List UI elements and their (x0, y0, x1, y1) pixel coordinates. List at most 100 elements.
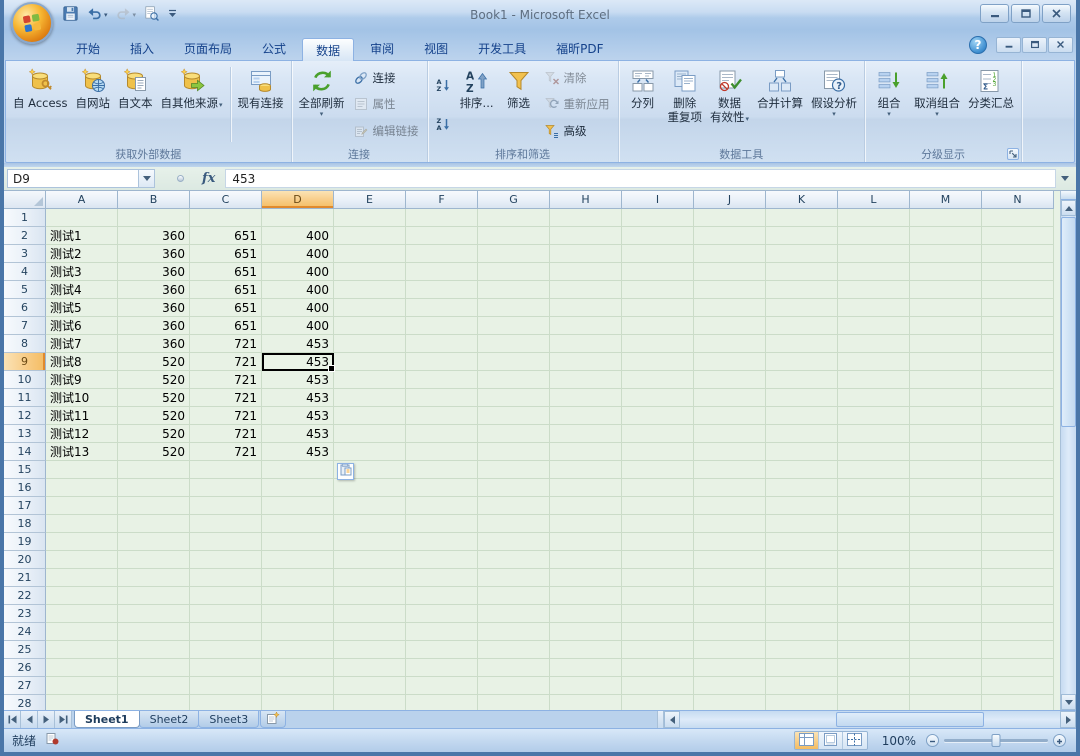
cell-E27[interactable] (334, 677, 406, 695)
cell-D25[interactable] (262, 641, 334, 659)
cell-I4[interactable] (622, 263, 694, 281)
cell-J8[interactable] (694, 335, 766, 353)
cell-D26[interactable] (262, 659, 334, 677)
cell-C2[interactable]: 651 (190, 227, 262, 245)
cell-D14[interactable]: 453 (262, 443, 334, 461)
ribbon-button-what-if-analysis[interactable]: ?假设分析▾ (807, 63, 861, 146)
cell-G24[interactable] (478, 623, 550, 641)
cell-H5[interactable] (550, 281, 622, 299)
cell-J4[interactable] (694, 263, 766, 281)
cell-M9[interactable] (910, 353, 982, 371)
cell-H23[interactable] (550, 605, 622, 623)
cell-A26[interactable] (46, 659, 118, 677)
cell-E25[interactable] (334, 641, 406, 659)
cell-J19[interactable] (694, 533, 766, 551)
cell-B4[interactable]: 360 (118, 263, 190, 281)
cell-I21[interactable] (622, 569, 694, 587)
cell-I27[interactable] (622, 677, 694, 695)
cell-C19[interactable] (190, 533, 262, 551)
cell-H2[interactable] (550, 227, 622, 245)
cell-M11[interactable] (910, 389, 982, 407)
cell-I28[interactable] (622, 695, 694, 710)
cell-M26[interactable] (910, 659, 982, 677)
page-break-view-button[interactable] (843, 732, 867, 749)
workbook-minimize-button[interactable] (996, 37, 1021, 53)
cell-H10[interactable] (550, 371, 622, 389)
cell-M20[interactable] (910, 551, 982, 569)
cell-I26[interactable] (622, 659, 694, 677)
cell-N4[interactable] (982, 263, 1054, 281)
row-header-9[interactable]: 9 (4, 353, 46, 371)
cell-K14[interactable] (766, 443, 838, 461)
cell-D17[interactable] (262, 497, 334, 515)
cell-D5[interactable]: 400 (262, 281, 334, 299)
ribbon-button-text-to-columns[interactable]: 分列 (622, 63, 664, 146)
normal-view-button[interactable] (795, 732, 819, 749)
cell-N9[interactable] (982, 353, 1054, 371)
ribbon-button-subtotal[interactable]: 123Σ分类汇总 (964, 63, 1018, 146)
ribbon-tab-developer[interactable]: 开发工具 (464, 37, 540, 60)
cell-A8[interactable]: 测试7 (46, 335, 118, 353)
insert-function-button[interactable]: fx (200, 171, 225, 186)
cell-A22[interactable] (46, 587, 118, 605)
zoom-out-button[interactable] (926, 734, 939, 747)
cell-J2[interactable] (694, 227, 766, 245)
cell-E2[interactable] (334, 227, 406, 245)
column-header-F[interactable]: F (406, 191, 478, 209)
cell-C7[interactable]: 651 (190, 317, 262, 335)
cell-N17[interactable] (982, 497, 1054, 515)
cell-H7[interactable] (550, 317, 622, 335)
cell-E28[interactable] (334, 695, 406, 710)
cell-B5[interactable]: 360 (118, 281, 190, 299)
previous-sheet-button[interactable] (21, 711, 38, 728)
cell-E24[interactable] (334, 623, 406, 641)
cell-B15[interactable] (118, 461, 190, 479)
cell-H9[interactable] (550, 353, 622, 371)
cell-B6[interactable]: 360 (118, 299, 190, 317)
cell-D7[interactable]: 400 (262, 317, 334, 335)
cell-I2[interactable] (622, 227, 694, 245)
cell-F3[interactable] (406, 245, 478, 263)
cell-K13[interactable] (766, 425, 838, 443)
cell-H8[interactable] (550, 335, 622, 353)
ribbon-button-properties[interactable]: 属性 (351, 94, 422, 114)
cell-D24[interactable] (262, 623, 334, 641)
cell-B8[interactable]: 360 (118, 335, 190, 353)
cell-N8[interactable] (982, 335, 1054, 353)
cell-I5[interactable] (622, 281, 694, 299)
row-header-7[interactable]: 7 (4, 317, 46, 335)
cell-D18[interactable] (262, 515, 334, 533)
minimize-button[interactable] (980, 4, 1009, 23)
column-header-K[interactable]: K (766, 191, 838, 209)
cell-B14[interactable]: 520 (118, 443, 190, 461)
cell-H1[interactable] (550, 209, 622, 227)
row-header-23[interactable]: 23 (4, 605, 46, 623)
cell-G22[interactable] (478, 587, 550, 605)
ribbon-button-from-other-sources[interactable]: 自其他来源▾ (157, 63, 227, 146)
cell-D23[interactable] (262, 605, 334, 623)
cell-E21[interactable] (334, 569, 406, 587)
cell-G11[interactable] (478, 389, 550, 407)
cell-A25[interactable] (46, 641, 118, 659)
cell-E11[interactable] (334, 389, 406, 407)
cell-C17[interactable] (190, 497, 262, 515)
cell-F20[interactable] (406, 551, 478, 569)
cell-L3[interactable] (838, 245, 910, 263)
cell-H26[interactable] (550, 659, 622, 677)
cell-N23[interactable] (982, 605, 1054, 623)
cell-A12[interactable]: 测试11 (46, 407, 118, 425)
row-header-24[interactable]: 24 (4, 623, 46, 641)
ribbon-tab-insert[interactable]: 插入 (116, 37, 168, 60)
name-box[interactable]: D9 (7, 169, 139, 188)
cell-F8[interactable] (406, 335, 478, 353)
cell-A17[interactable] (46, 497, 118, 515)
cell-J9[interactable] (694, 353, 766, 371)
ribbon-button-refresh-all[interactable]: 全部刷新▾ (295, 63, 349, 146)
cell-C12[interactable]: 721 (190, 407, 262, 425)
cell-I20[interactable] (622, 551, 694, 569)
cell-N15[interactable] (982, 461, 1054, 479)
cell-G3[interactable] (478, 245, 550, 263)
ribbon-button-filter[interactable]: 筛选 (498, 63, 540, 146)
column-header-G[interactable]: G (478, 191, 550, 209)
cell-K28[interactable] (766, 695, 838, 710)
